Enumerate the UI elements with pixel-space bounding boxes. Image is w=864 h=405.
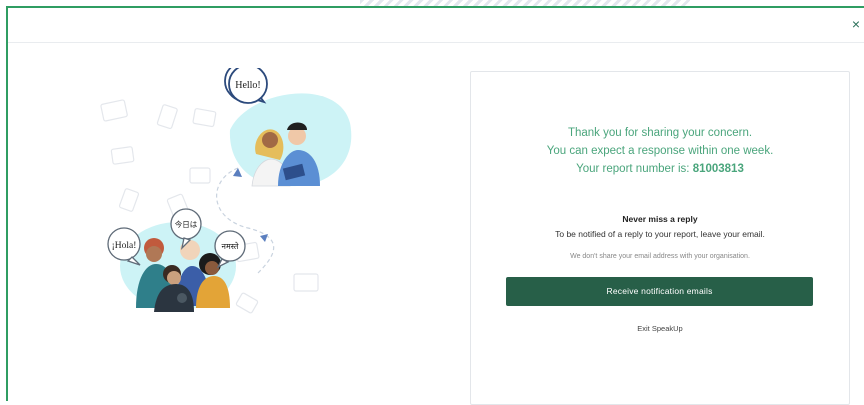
notification-description: To be notified of a reply to your report…: [555, 229, 765, 239]
confirmation-card: Thank you for sharing your concern. You …: [470, 71, 850, 405]
never-miss-heading: Never miss a reply: [622, 214, 698, 224]
thanks-line-2: You can expect a response within one wee…: [546, 145, 774, 157]
bubble-hola-text: ¡Hola!: [112, 241, 137, 251]
privacy-note: We don't share your email address with y…: [570, 253, 750, 260]
bubble-hello-text: Hello!: [235, 80, 261, 91]
arrow-head: [260, 234, 268, 242]
confirmation-modal: × Hello! ¡Hola! 今日は नमस्ते Thank you for…: [6, 6, 864, 405]
exit-speakup-link[interactable]: Exit SpeakUp: [471, 324, 849, 333]
close-icon[interactable]: ×: [848, 14, 864, 34]
modal-header: ×: [8, 8, 864, 43]
speech-bubble-hola: ¡Hola!: [107, 227, 141, 266]
bubble-namaste-text: नमस्ते: [222, 241, 239, 251]
thanks-line-1: Thank you for sharing your concern.: [567, 127, 753, 139]
bubble-konnichiwa-text: 今日は: [175, 219, 198, 229]
report-number-line: Your report number is: 81003813: [471, 160, 849, 178]
report-number-prefix: Your report number is:: [576, 163, 690, 175]
multilingual-people-illustration: Hello! ¡Hola! 今日は नमस्ते: [100, 68, 352, 314]
report-number: 81003813: [692, 163, 744, 175]
speech-bubble-hello: Hello!: [224, 68, 268, 104]
receive-notification-emails-button[interactable]: Receive notification emails: [506, 277, 813, 306]
